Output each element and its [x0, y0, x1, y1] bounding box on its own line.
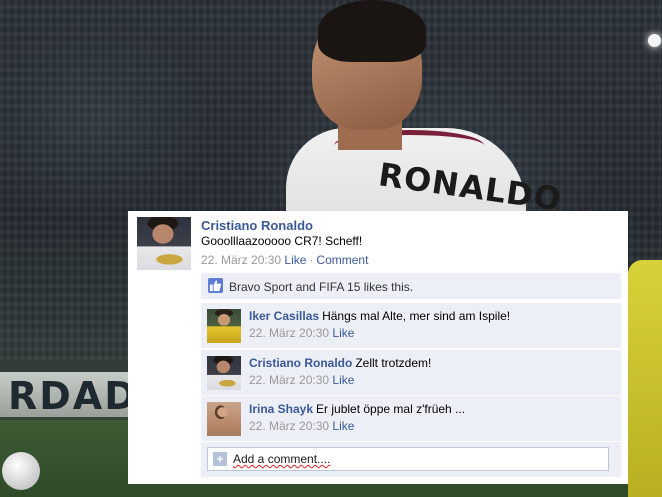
comment-like-link[interactable]: Like [332, 419, 354, 433]
post-text: Gooolllaazooooo CR7! Scheff! [201, 234, 363, 248]
comment-item: Irina Shayk Er jublet öppe mal z'früeh ..… [201, 395, 621, 441]
comment-item: Cristiano Ronaldo Zellt trotzdem! 22. Mär… [201, 349, 621, 395]
post-author-avatar[interactable] [137, 217, 191, 270]
facebook-post-card: Cristiano Ronaldo Gooolllaazooooo CR7! S… [128, 211, 628, 484]
comment-line: Cristiano Ronaldo Zellt trotzdem! [249, 356, 431, 370]
comment-item: Iker Casillas Hängs mal Alte, mer sind am… [201, 302, 621, 348]
add-comment-placeholder[interactable]: Add a comment.... [233, 452, 330, 466]
comment-like-link[interactable]: Like [332, 373, 354, 387]
likes-text[interactable]: Bravo Sport and FIFA 15 likes this. [229, 280, 413, 294]
comment-text: Zellt trotzdem! [355, 356, 432, 370]
post-meta: 22. März 20:30 Like · Comment [201, 253, 368, 267]
plus-icon: + [213, 452, 227, 466]
post-author-name[interactable]: Cristiano Ronaldo [201, 218, 313, 233]
comment-timestamp[interactable]: 22. März 20:30 [249, 419, 329, 433]
football [2, 452, 40, 490]
comment-line: Iker Casillas Hängs mal Alte, mer sind am… [249, 309, 510, 323]
comment-text: Hängs mal Alte, mer sind am Ispile! [322, 309, 511, 323]
comment-line: Irina Shayk Er jublet öppe mal z'früeh ..… [249, 402, 465, 416]
comment-timestamp[interactable]: 22. März 20:30 [249, 373, 329, 387]
comment-author[interactable]: Irina Shayk [249, 402, 313, 416]
comment-avatar[interactable] [207, 402, 241, 436]
comment-meta: 22. März 20:30 Like [249, 326, 354, 340]
post-like-link[interactable]: Like [284, 253, 306, 267]
comment-meta: 22. März 20:30 Like [249, 419, 354, 433]
comment-author[interactable]: Iker Casillas [249, 309, 319, 323]
post-comment-link[interactable]: Comment [316, 253, 368, 267]
comment-timestamp[interactable]: 22. März 20:30 [249, 326, 329, 340]
comment-text: Er jublet öppe mal z'früeh ... [316, 402, 466, 416]
thumbs-up-icon [208, 278, 223, 293]
add-comment-box: + Add a comment.... [201, 442, 621, 477]
background-player [628, 260, 662, 497]
comment-author[interactable]: Cristiano Ronaldo [249, 356, 352, 370]
comment-avatar[interactable] [207, 309, 241, 343]
comment-meta: 22. März 20:30 Like [249, 373, 354, 387]
ad-board-text: RDAD [8, 374, 138, 418]
stadium-light [648, 34, 661, 47]
comment-avatar[interactable] [207, 356, 241, 390]
meta-separator: · [309, 253, 314, 267]
post-timestamp[interactable]: 22. März 20:30 [201, 253, 281, 267]
player-hair [318, 0, 426, 62]
likes-summary: Bravo Sport and FIFA 15 likes this. [201, 273, 621, 299]
comment-like-link[interactable]: Like [332, 326, 354, 340]
add-comment-input[interactable]: + Add a comment.... [207, 447, 609, 471]
